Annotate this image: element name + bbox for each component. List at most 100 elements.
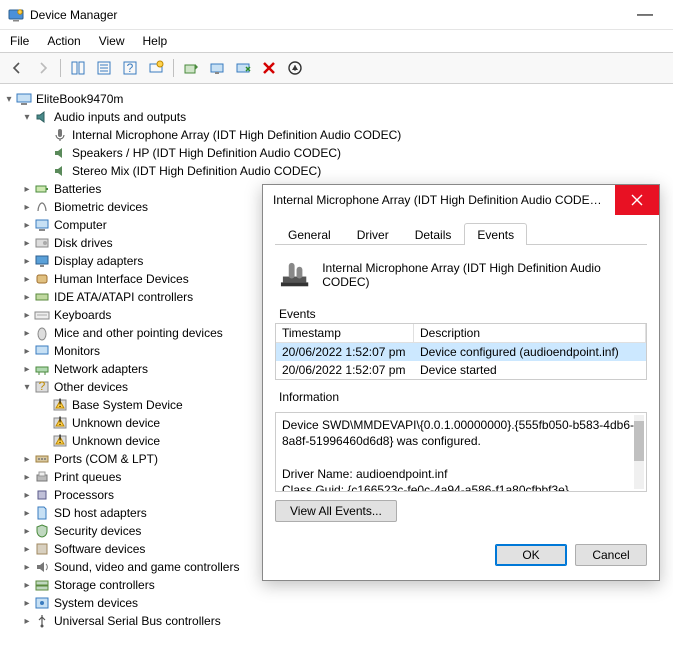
audio-icon: [34, 109, 50, 125]
events-table[interactable]: Timestamp Description 20/06/2022 1:52:07…: [275, 323, 647, 380]
dialog-tabs: General Driver Details Events: [275, 223, 647, 245]
tree-device-node[interactable]: Speakers / HP (IDT High Definition Audio…: [0, 144, 669, 162]
expand-icon[interactable]: ▸: [20, 490, 34, 501]
tree-category-node[interactable]: ▸ System devices: [0, 594, 669, 612]
expand-icon[interactable]: ▸: [20, 346, 34, 357]
tree-node-label: Human Interface Devices: [54, 272, 189, 286]
toolbar-separator: [60, 59, 61, 77]
expand-icon[interactable]: ▸: [20, 526, 34, 537]
svg-text:?: ?: [127, 61, 134, 75]
expand-icon[interactable]: ▸: [20, 256, 34, 267]
menu-help[interactable]: Help: [143, 34, 168, 48]
expand-icon[interactable]: ▾: [20, 112, 34, 123]
tree-node-label: Network adapters: [54, 362, 148, 376]
uninstall-device-button[interactable]: [258, 57, 280, 79]
info-line: Device SWD\MMDEVAPI\{0.0.1.00000000}.{55…: [282, 417, 640, 433]
category-icon: [34, 505, 50, 521]
update-driver-button[interactable]: [180, 57, 202, 79]
view-all-events-button[interactable]: View All Events...: [275, 500, 397, 522]
enable-device-button[interactable]: [206, 57, 228, 79]
expand-icon[interactable]: ▸: [20, 544, 34, 555]
scan-hardware-button[interactable]: [145, 57, 167, 79]
back-button[interactable]: [6, 57, 28, 79]
info-line: [282, 449, 640, 465]
window-minimize-button[interactable]: —: [625, 6, 665, 24]
category-icon: [34, 487, 50, 503]
expand-icon[interactable]: ▸: [20, 454, 34, 465]
other-devices-icon: ?: [34, 379, 50, 395]
tab-events[interactable]: Events: [464, 223, 527, 245]
expand-icon[interactable]: ▸: [20, 364, 34, 375]
column-header-timestamp[interactable]: Timestamp: [276, 324, 414, 342]
cancel-button[interactable]: Cancel: [575, 544, 647, 566]
expand-icon[interactable]: ▸: [20, 202, 34, 213]
expand-icon[interactable]: ▸: [20, 274, 34, 285]
menu-action[interactable]: Action: [47, 34, 80, 48]
tree-node-label: Speakers / HP (IDT High Definition Audio…: [72, 146, 341, 160]
tree-device-node[interactable]: Stereo Mix (IDT High Definition Audio CO…: [0, 162, 669, 180]
table-header-row: Timestamp Description: [276, 324, 646, 343]
expand-icon[interactable]: ▸: [20, 616, 34, 627]
tree-node-label: Internal Microphone Array (IDT High Defi…: [72, 128, 401, 142]
tab-driver[interactable]: Driver: [344, 223, 402, 245]
tree-node-label: Disk drives: [54, 236, 113, 250]
expand-icon[interactable]: ▸: [20, 310, 34, 321]
category-icon: [34, 469, 50, 485]
tab-details[interactable]: Details: [402, 223, 465, 245]
expand-icon[interactable]: ▸: [20, 598, 34, 609]
svg-text:!: !: [58, 433, 61, 446]
tree-node-label: Monitors: [54, 344, 100, 358]
tree-category-audio[interactable]: ▾ Audio inputs and outputs: [0, 108, 669, 126]
expand-icon[interactable]: ▸: [20, 184, 34, 195]
svg-text:?: ?: [39, 379, 46, 393]
expand-icon[interactable]: ▸: [20, 292, 34, 303]
table-row[interactable]: 20/06/2022 1:52:07 pmDevice configured (…: [276, 343, 646, 361]
properties-button[interactable]: [93, 57, 115, 79]
category-icon: [34, 361, 50, 377]
category-icon: [34, 271, 50, 287]
device-icon: [52, 127, 68, 143]
category-icon: [34, 595, 50, 611]
category-icon: [34, 289, 50, 305]
show-hide-tree-button[interactable]: [67, 57, 89, 79]
ok-button[interactable]: OK: [495, 544, 567, 566]
expand-icon[interactable]: ▸: [20, 562, 34, 573]
scrollbar[interactable]: [634, 415, 644, 489]
cell-description: Device started: [414, 361, 646, 379]
tree-category-node[interactable]: ▸Universal Serial Bus controllers: [0, 612, 669, 630]
expand-icon[interactable]: ▸: [20, 472, 34, 483]
help-button[interactable]: ?: [119, 57, 141, 79]
expand-icon[interactable]: ▸: [20, 238, 34, 249]
dialog-titlebar[interactable]: Internal Microphone Array (IDT High Defi…: [263, 185, 659, 215]
expand-icon[interactable]: ▸: [20, 508, 34, 519]
expand-icon[interactable]: ▸: [20, 220, 34, 231]
table-row[interactable]: 20/06/2022 1:52:07 pmDevice started: [276, 361, 646, 379]
close-button[interactable]: [615, 185, 659, 215]
expand-icon[interactable]: ▸: [20, 580, 34, 591]
menu-view[interactable]: View: [99, 34, 125, 48]
tree-node-label: Other devices: [54, 380, 128, 394]
tree-root-node[interactable]: ▾ EliteBook9470m: [0, 90, 669, 108]
menu-file[interactable]: File: [10, 34, 29, 48]
column-header-description[interactable]: Description: [414, 324, 646, 342]
information-textbox[interactable]: Device SWD\MMDEVAPI\{0.0.1.00000000}.{55…: [275, 412, 647, 492]
cell-timestamp: 20/06/2022 1:52:07 pm: [276, 361, 414, 379]
window-titlebar: Device Manager —: [0, 0, 673, 30]
add-legacy-hardware-button[interactable]: [284, 57, 306, 79]
expand-icon[interactable]: ▾: [20, 382, 34, 393]
scrollbar-thumb[interactable]: [634, 421, 644, 461]
tree-node-label: System devices: [54, 596, 138, 610]
device-manager-icon: [8, 7, 24, 23]
category-icon: [34, 451, 50, 467]
tree-device-node[interactable]: Internal Microphone Array (IDT High Defi…: [0, 126, 669, 144]
forward-button[interactable]: [32, 57, 54, 79]
tab-general[interactable]: General: [275, 223, 344, 245]
expand-icon[interactable]: ▸: [20, 328, 34, 339]
disable-device-button[interactable]: [232, 57, 254, 79]
category-icon: [34, 613, 50, 629]
svg-text:!: !: [58, 415, 61, 428]
tree-node-label: Stereo Mix (IDT High Definition Audio CO…: [72, 164, 321, 178]
svg-text:!: !: [58, 397, 61, 410]
expand-icon[interactable]: ▾: [2, 94, 16, 105]
category-icon: [34, 559, 50, 575]
